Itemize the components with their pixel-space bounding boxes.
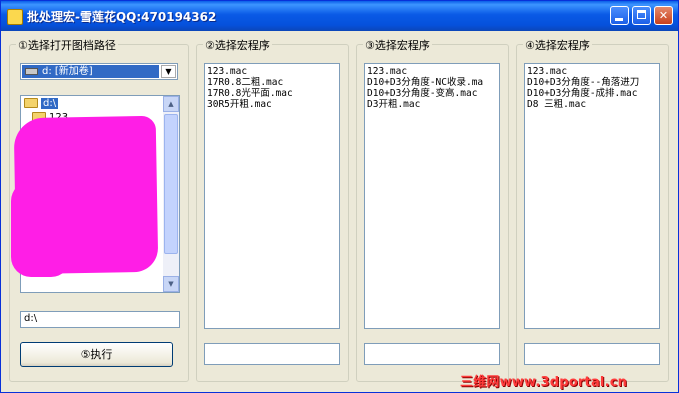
list-item[interactable]: 30R5开粗.mac (207, 99, 337, 110)
maximize-icon (637, 10, 646, 19)
macro-field-3[interactable] (364, 343, 500, 365)
list-item[interactable]: D10+D3分角度-成排.mac (527, 88, 657, 99)
tree-item-label: d:\ (41, 98, 59, 109)
watermark: 三维网www.3dportal.cn (460, 375, 628, 390)
minimize-button[interactable] (610, 6, 629, 25)
scroll-up-icon[interactable]: ▲ (163, 96, 179, 112)
list-item[interactable]: D3开粗.mac (367, 99, 497, 110)
group-label: ①选择打开图档路径 (16, 37, 118, 53)
scroll-down-icon[interactable]: ▼ (163, 276, 179, 292)
tree-scrollbar[interactable]: ▲ ▼ (163, 96, 179, 292)
chevron-down-icon[interactable]: ▼ (161, 65, 176, 78)
macro-list-3[interactable]: 123.mac D10+D3分角度-NC收录.ma D10+D3分角度-变高.m… (364, 63, 500, 329)
drive-select-value: d: [新加卷] (42, 66, 93, 77)
tree-item-root[interactable]: d:\ (24, 98, 59, 110)
macro-field-2[interactable] (204, 343, 340, 365)
list-item[interactable]: D10+D3分角度--角落进刀 (527, 77, 657, 88)
title-bar[interactable]: 批处理宏-雪莲花QQ:470194362 ✕ (1, 1, 678, 31)
path-field[interactable]: d:\ (20, 311, 180, 328)
group-label: ③选择宏程序 (363, 37, 432, 53)
drive-select[interactable]: d: [新加卷] ▼ (20, 63, 178, 80)
open-folder-icon (24, 98, 38, 108)
macro-field-4[interactable] (524, 343, 660, 365)
list-item[interactable]: D10+D3分角度-NC收录.ma (367, 77, 497, 88)
redaction-scribble (11, 181, 71, 277)
maximize-button[interactable] (632, 6, 651, 25)
close-icon: ✕ (658, 9, 669, 22)
list-item[interactable]: D8 三粗.mac (527, 99, 657, 110)
window-title: 批处理宏-雪莲花QQ:470194362 (27, 10, 217, 24)
minimize-icon (615, 18, 623, 21)
execute-button[interactable]: ⑤执行 (20, 342, 173, 367)
macro-list-4[interactable]: 123.mac D10+D3分角度--角落进刀 D10+D3分角度-成排.mac… (524, 63, 660, 329)
group-label: ④选择宏程序 (523, 37, 592, 53)
scroll-thumb[interactable] (164, 114, 178, 254)
list-item[interactable]: 123.mac (367, 66, 497, 77)
macro-list-2[interactable]: 123.mac 17R0.8二粗.mac 17R0.8光平面.mac 30R5开… (204, 63, 340, 329)
app-window: 批处理宏-雪莲花QQ:470194362 ✕ ①选择打开图档路径 d: [新加卷… (0, 0, 679, 393)
list-item[interactable]: 17R0.8光平面.mac (207, 88, 337, 99)
app-icon (7, 9, 23, 25)
close-button[interactable]: ✕ (654, 6, 673, 25)
list-item[interactable]: 123.mac (527, 66, 657, 77)
list-item[interactable]: 17R0.8二粗.mac (207, 77, 337, 88)
drive-icon (25, 68, 38, 75)
list-item[interactable]: D10+D3分角度-变高.mac (367, 88, 497, 99)
group-label: ②选择宏程序 (203, 37, 272, 53)
list-item[interactable]: 123.mac (207, 66, 337, 77)
